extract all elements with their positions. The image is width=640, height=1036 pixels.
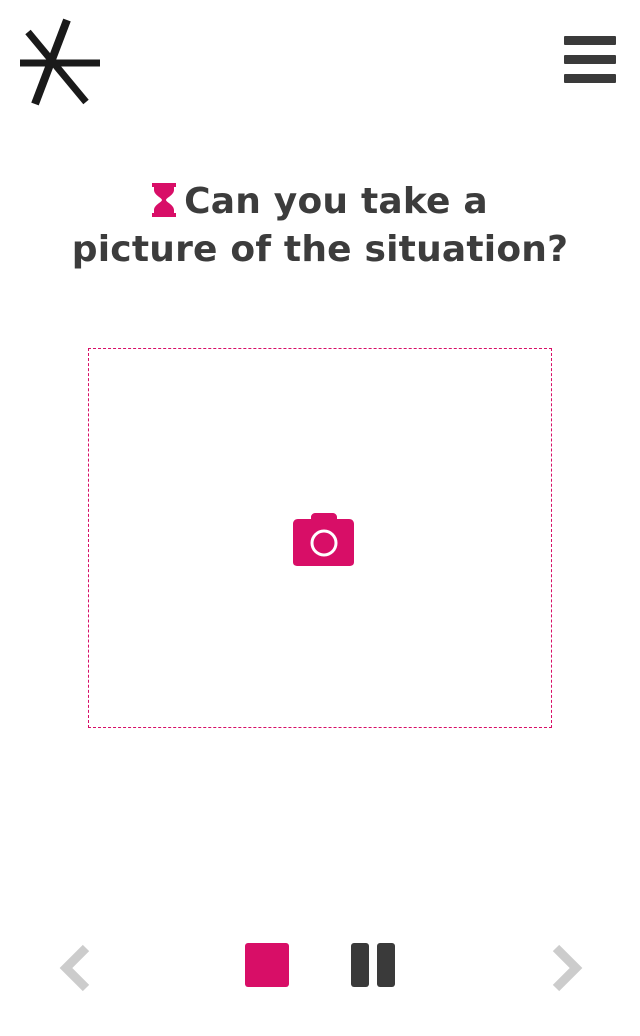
menu-bar-bottom — [564, 74, 616, 83]
hourglass-icon — [152, 182, 177, 217]
next-button[interactable] — [548, 944, 584, 992]
menu-button[interactable] — [562, 34, 618, 86]
question-text-line-2: picture of the situation? — [71, 229, 569, 270]
pause-icon-bar — [377, 943, 395, 987]
previous-button[interactable] — [56, 944, 92, 992]
camera-icon[interactable] — [293, 513, 355, 567]
question-line-1: Can you take a — [40, 178, 600, 226]
pause-icon — [351, 943, 369, 987]
chevron-left-icon — [59, 944, 90, 992]
pause-button[interactable] — [350, 943, 396, 987]
menu-bar-middle — [564, 55, 616, 64]
question-text-line-1: Can you take a — [184, 181, 488, 222]
question-title: Can you take a picture of the situation? — [40, 178, 600, 274]
stop-button[interactable] — [245, 943, 289, 987]
photo-upload-area[interactable] — [88, 348, 552, 728]
asterisk-logo-icon — [20, 18, 102, 106]
chevron-right-icon — [552, 944, 583, 992]
hamburger-menu-icon — [564, 36, 616, 45]
